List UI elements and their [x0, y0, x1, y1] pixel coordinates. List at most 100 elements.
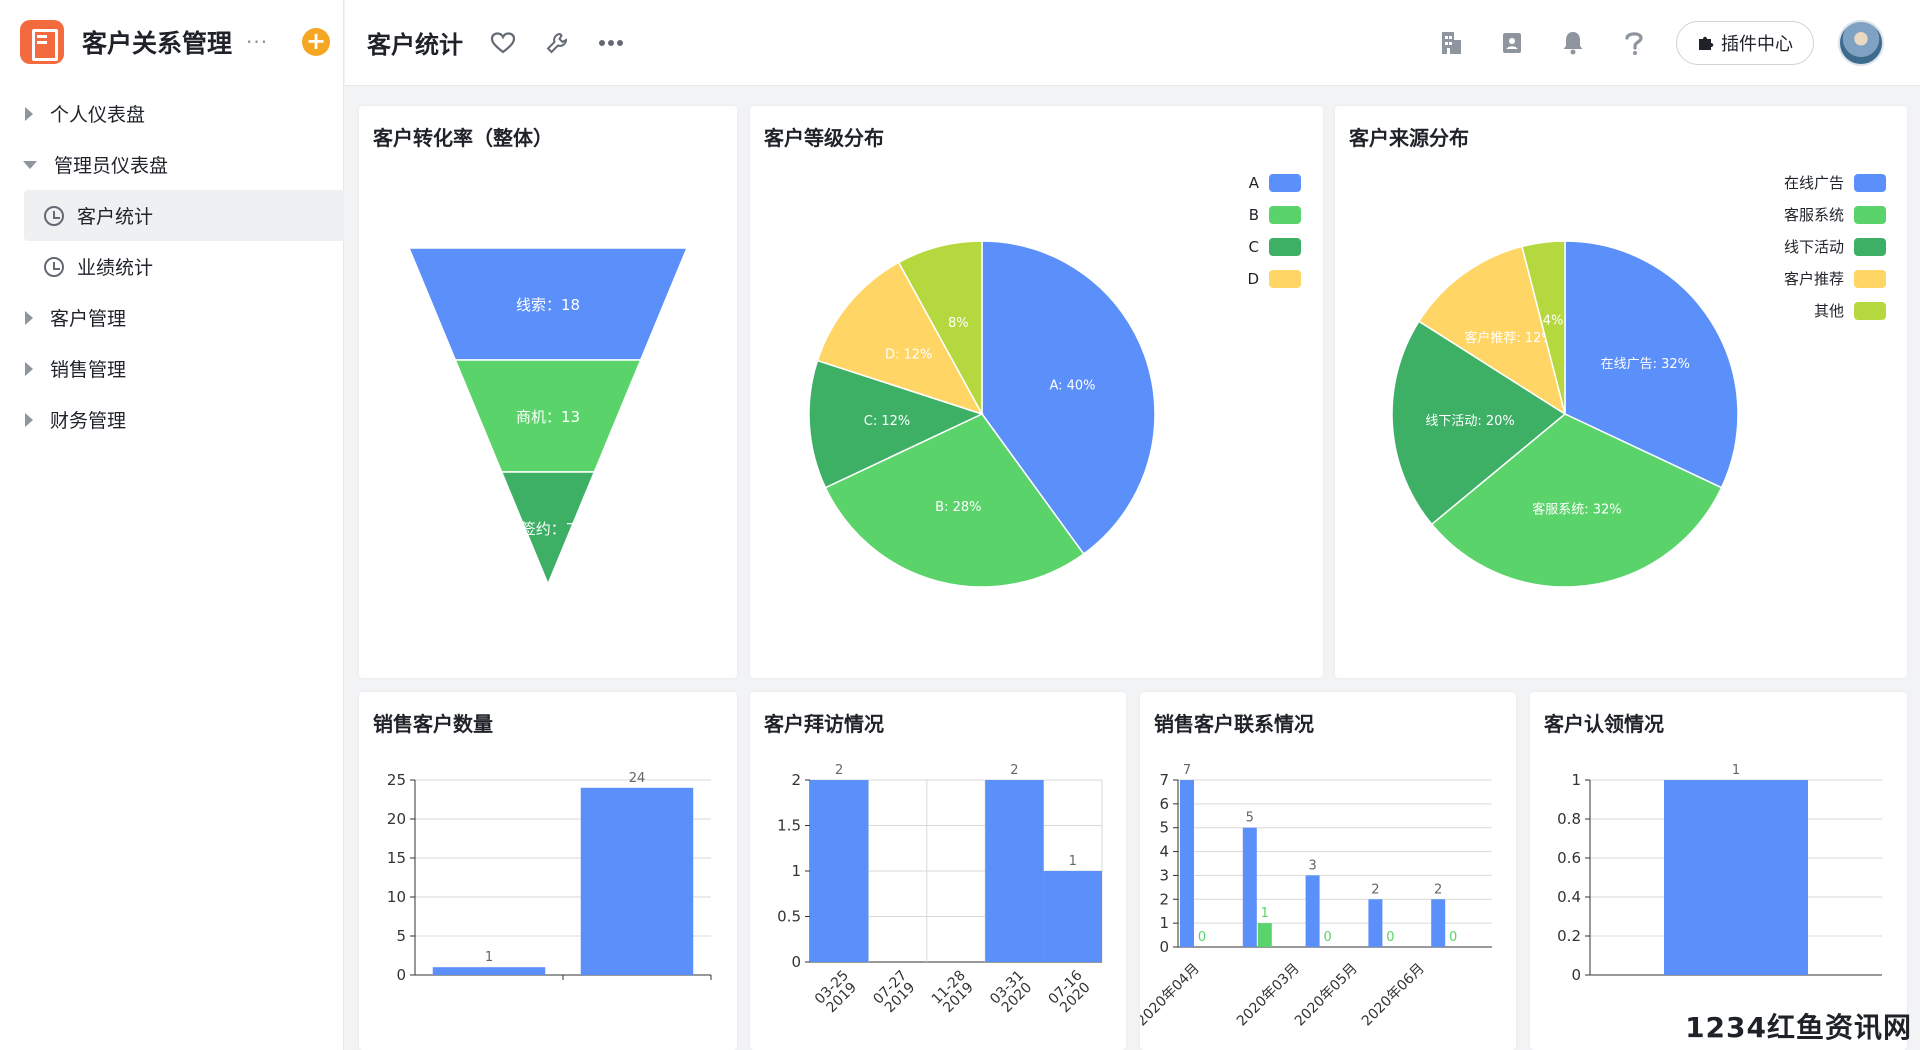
- page-title: 客户统计: [367, 31, 463, 59]
- add-icon[interactable]: +: [302, 28, 330, 56]
- bar: [580, 787, 694, 975]
- legend-label: D: [1247, 270, 1259, 288]
- sidebar-item-finance-management[interactable]: 财务管理: [0, 394, 344, 445]
- visits-card: 客户拜访情况 0 0.5 1 1.5 2 2 03-25 2019 07-27 2019 11-28…: [750, 692, 1126, 1050]
- legend-swatch: [1854, 302, 1886, 320]
- app-more-icon[interactable]: ···: [246, 30, 268, 54]
- caret-right-icon: [25, 106, 33, 121]
- clock-icon: [44, 205, 64, 226]
- y-tick-label: 0.2: [1557, 927, 1581, 945]
- y-tick-label: 2: [1159, 890, 1169, 908]
- pie-slice-label: C: 12%: [864, 414, 910, 429]
- bar-value-label: 2: [835, 763, 843, 778]
- bar-value-label: 1: [1069, 854, 1077, 869]
- plugin-center-label: 插件中心: [1721, 33, 1793, 55]
- pie-slice-label: B: 28%: [935, 500, 981, 515]
- sidebar-item-label: 客户管理: [50, 308, 127, 330]
- y-tick-label: 7: [1159, 771, 1169, 789]
- legend-label: C: [1249, 238, 1259, 256]
- legend-label: 在线广告: [1784, 174, 1844, 192]
- legend-swatch: [1854, 238, 1886, 256]
- puzzle-icon: [1699, 36, 1714, 50]
- sales-count-bar-chart: 0 5 10 15 20 25 1 24: [387, 771, 712, 984]
- caret-right-icon: [25, 412, 33, 427]
- legend-swatch: [1269, 174, 1301, 192]
- sidebar-item-label: 客户统计: [77, 206, 154, 228]
- sales-count-card: 销售客户数量 0 5 10 15 20 25 1 24: [359, 692, 737, 1050]
- source-card: 客户来源分布 在线广告: 32% 客服系统: 32% 线下活动: 20% 客户推荐: …: [1335, 106, 1907, 678]
- contact-bar-chart: 0123456770513020202020年04月 2020年03月2020年0…: [1140, 763, 1492, 1030]
- bar-value-label: 7: [1183, 763, 1191, 778]
- bar-value-label: 2: [1010, 763, 1018, 778]
- y-tick-label: 10: [387, 888, 406, 906]
- sidebar-item-label: 销售管理: [50, 359, 127, 381]
- y-tick-label: 15: [387, 849, 406, 867]
- bar-value-label: 5: [1246, 811, 1254, 826]
- bar-series-a: [1368, 899, 1383, 947]
- bar: [1664, 780, 1808, 975]
- sidebar-item-label: 管理员仪表盘: [54, 155, 169, 177]
- sidebar-item-performance-stats[interactable]: 业绩统计: [0, 241, 344, 292]
- caret-down-icon: [23, 160, 37, 169]
- help-icon[interactable]: [1620, 29, 1648, 57]
- sidebar-nav: 个人仪表盘 管理员仪表盘 客户统计 业绩统计 客户管理 销售管理 财务管理: [0, 88, 344, 445]
- bar-value-label: 0: [1386, 930, 1394, 945]
- pie-slice-label: 在线广告: 32%: [1601, 357, 1690, 372]
- contact-card-icon[interactable]: [1498, 29, 1526, 57]
- legend-swatch: [1269, 270, 1301, 288]
- bar-value-label: 24: [629, 771, 646, 786]
- contact-card: 销售客户联系情况 0 1 2 3 4 5 6 7 7 0 5 1 3 0 2 0 2 0 2020年04月 2020年…: [1140, 692, 1516, 1050]
- pie-slice-label: 客户推荐: 12%: [1464, 330, 1553, 346]
- y-tick-label: 6: [1159, 795, 1169, 813]
- legend-label: 客户推荐: [1784, 270, 1844, 288]
- y-tick-label: 5: [1159, 819, 1169, 837]
- building-icon[interactable]: [1437, 29, 1465, 57]
- y-tick-label: 0: [791, 953, 801, 971]
- wrench-icon[interactable]: [543, 29, 571, 57]
- app-logo-icon: [20, 20, 64, 64]
- legend-label: A: [1249, 174, 1260, 192]
- sidebar-item-customer-management[interactable]: 客户管理: [0, 292, 344, 343]
- bar-value-label: 0: [1323, 930, 1331, 945]
- y-tick-label: 1: [1571, 771, 1581, 789]
- bar-value-label: 2: [1371, 882, 1379, 897]
- legend-label: 线下活动: [1784, 238, 1844, 256]
- app-brand: 客户关系管理 ··· +: [20, 18, 330, 66]
- bar: [1043, 871, 1102, 962]
- caret-right-icon: [25, 361, 33, 376]
- y-tick-label: 20: [387, 810, 406, 828]
- grade-pie-chart: A: 40% B: 28% C: 12% D: 12% 8% ABCD: [808, 174, 1301, 588]
- x-tick-label: 2020年04月: [1140, 961, 1203, 1030]
- legend-label: B: [1249, 206, 1259, 224]
- legend-swatch: [1269, 238, 1301, 256]
- avatar[interactable]: [1838, 19, 1884, 66]
- more-icon[interactable]: [597, 29, 625, 57]
- bar-series-a: [1305, 875, 1320, 947]
- sidebar-item-personal-dashboard[interactable]: 个人仪表盘: [0, 88, 344, 139]
- claim-bar-chart: 0 0.2 0.4 0.6 0.8 1 1: [1557, 763, 1882, 984]
- sidebar-item-admin-dashboard[interactable]: 管理员仪表盘: [0, 139, 344, 190]
- sidebar-item-label: 财务管理: [50, 410, 127, 432]
- y-tick-label: 3: [1159, 866, 1169, 884]
- bell-icon[interactable]: [1559, 29, 1587, 57]
- bar-series-a: [1180, 780, 1194, 947]
- grade-card: 客户等级分布 A: 40% B: 28% C: 12% D: 12% 8% A B C D: [750, 106, 1323, 678]
- x-tick-label: 2020年06月: [1359, 961, 1428, 1030]
- heart-icon[interactable]: [489, 29, 517, 57]
- y-tick-label: 0: [1571, 966, 1581, 984]
- bar: [985, 780, 1044, 962]
- sidebar-item-sales-management[interactable]: 销售管理: [0, 343, 344, 394]
- bar-value-label: 1: [1261, 906, 1269, 921]
- bar-value-label: 1: [1732, 763, 1740, 778]
- plugin-center-button[interactable]: 插件中心: [1676, 20, 1814, 65]
- sidebar-item-customer-stats[interactable]: 客户统计: [24, 190, 344, 241]
- x-tick-label: 2020年05月: [1292, 961, 1361, 1030]
- visits-bar-chart: 00.511.52203-252019 07-272019 11-282019203…: [777, 763, 1103, 1016]
- pie-slice-label: D: 12%: [885, 347, 932, 362]
- y-tick-label: 1: [791, 862, 801, 880]
- bar-value-label: 2: [1434, 882, 1442, 897]
- y-tick-label: 1.5: [777, 817, 801, 835]
- funnel-card: 客户转化率（整体） 线索：18 商机：13 签约：7: [359, 106, 737, 678]
- app-root: 客户关系管理 ··· + 个人仪表盘 管理员仪表盘 客户统计 业绩统计 客户管理…: [0, 0, 1920, 1050]
- legend-label: 客服系统: [1784, 206, 1844, 224]
